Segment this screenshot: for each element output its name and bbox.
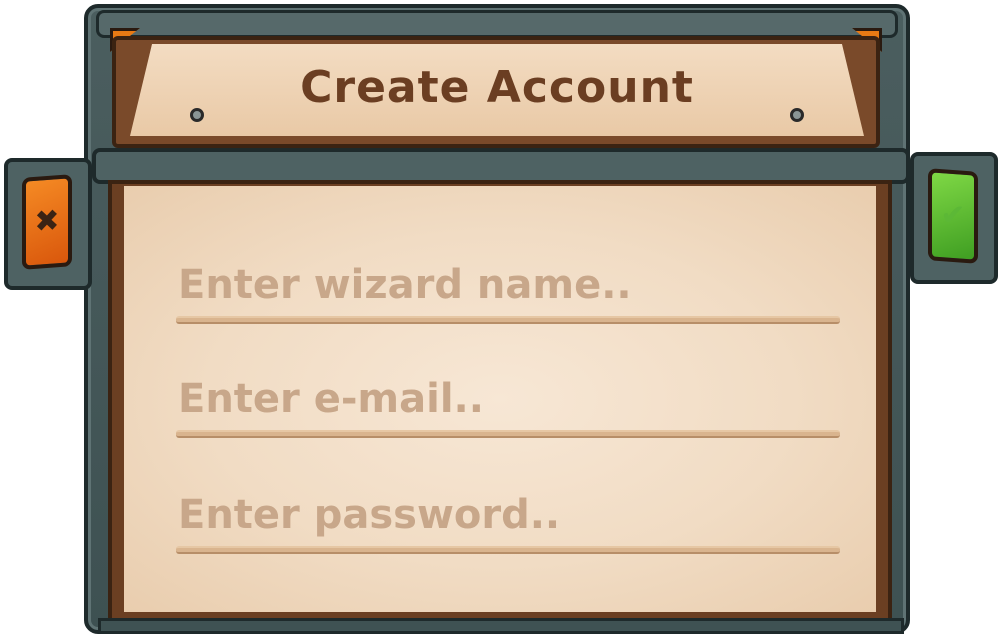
field-underline	[176, 546, 840, 554]
password-field[interactable]: Enter password..	[176, 492, 840, 554]
cancel-button[interactable]: ✖	[22, 174, 72, 270]
close-icon: ✖	[34, 203, 60, 240]
email-placeholder: Enter e-mail..	[178, 376, 484, 422]
frame-top-bar	[96, 10, 898, 38]
rivet-icon	[790, 108, 804, 122]
frame-bottom-edge	[98, 618, 904, 634]
wizard-name-field[interactable]: Enter wizard name..	[176, 262, 840, 324]
confirm-button[interactable]: ✔	[928, 168, 978, 264]
password-placeholder: Enter password..	[178, 492, 561, 538]
field-underline	[176, 316, 840, 324]
field-underline	[176, 430, 840, 438]
header-base	[92, 148, 910, 184]
wizard-name-placeholder: Enter wizard name..	[178, 262, 632, 308]
rivet-icon	[190, 108, 204, 122]
dialog-title: Create Account	[300, 62, 694, 113]
email-field[interactable]: Enter e-mail..	[176, 376, 840, 438]
check-icon: ✔	[940, 197, 966, 234]
